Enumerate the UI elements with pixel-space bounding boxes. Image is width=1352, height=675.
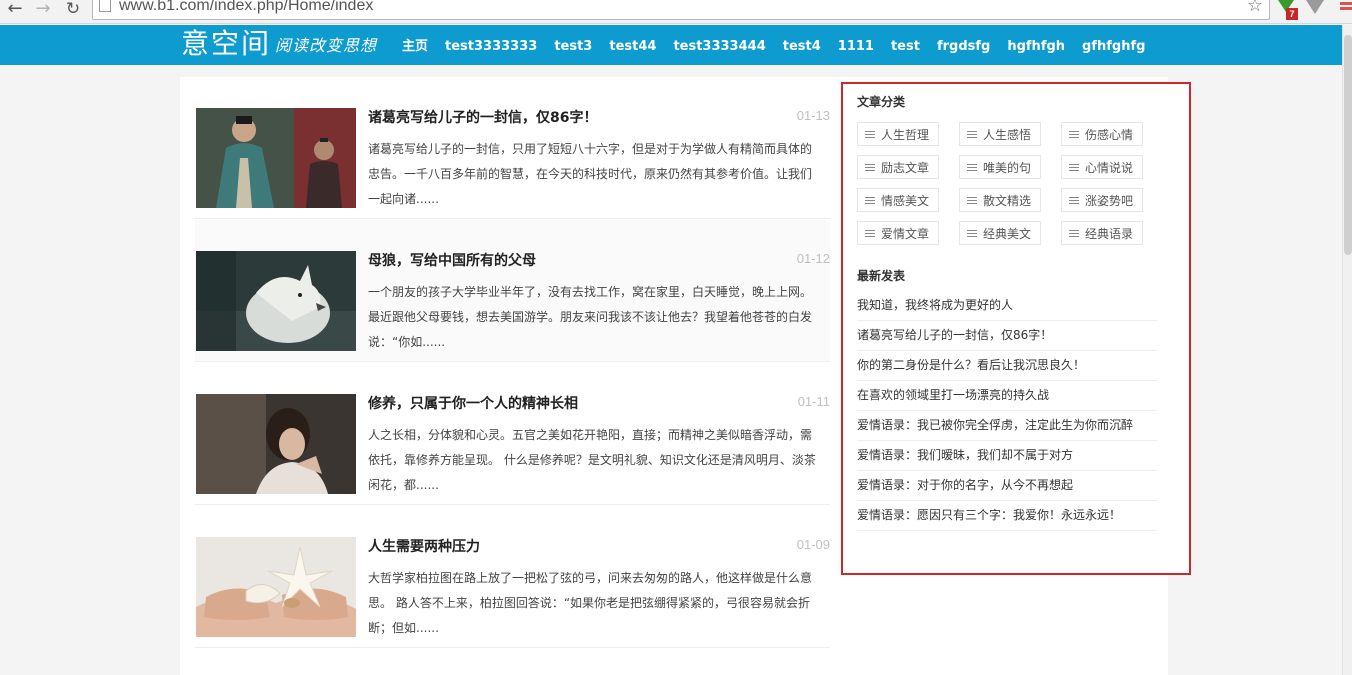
- article-thumbnail[interactable]: [196, 108, 356, 208]
- category-tag[interactable]: 经典语录: [1061, 221, 1143, 245]
- category-tag[interactable]: 唯美的句: [959, 155, 1041, 179]
- nav-item-home[interactable]: 主页: [402, 25, 428, 65]
- category-tag[interactable]: 人生哲理: [857, 122, 939, 146]
- nav-item[interactable]: 1111: [838, 25, 874, 65]
- list-icon: [865, 163, 875, 172]
- nav-item[interactable]: test3333444: [673, 25, 765, 65]
- nav-item[interactable]: test44: [609, 25, 656, 65]
- nav-item[interactable]: test: [891, 25, 920, 65]
- article-excerpt: 一个朋友的孩子大学毕业半年了，没有去找工作，窝在家里，白天睡觉，晚上上网。最近跟…: [368, 285, 813, 349]
- forward-arrow-icon[interactable]: →: [32, 0, 54, 20]
- main-nav: 主页 test3333333 test3 test44 test3333444 …: [402, 25, 1145, 65]
- list-icon: [1069, 229, 1079, 238]
- page-scrollbar[interactable]: [1342, 25, 1352, 675]
- article-item[interactable]: 母狼，写给中国所有的父母 01-12 一个朋友的孩子大学毕业半年了，没有去找工作…: [195, 220, 830, 362]
- article-excerpt: 大哲学家柏拉图在路上放了一把松了弦的弓，问来去匆匆的路人，他这样做是什么意思。 …: [368, 571, 813, 635]
- article-item[interactable]: 诸葛亮写给儿子的一封信，仅86字！ 01-13 诸葛亮写给儿子的一封信，只用了短…: [195, 77, 830, 219]
- latest-list: 我知道，我终将成为更好的人 诸葛亮写给儿子的一封信，仅86字！ 你的第二身份是什…: [857, 291, 1157, 531]
- article-date: 01-11: [797, 394, 830, 409]
- list-icon: [865, 229, 875, 238]
- category-tag[interactable]: 涨姿势吧: [1061, 188, 1143, 212]
- article-title[interactable]: 诸葛亮写给儿子的一封信，仅86字！: [368, 108, 597, 128]
- latest-item[interactable]: 爱情语录：愿因只有三个字：我爱你！永远永远！: [857, 501, 1157, 531]
- categories-heading: 文章分类: [857, 95, 906, 109]
- latest-item[interactable]: 爱情语录：对于你的名字，从今不再想起: [857, 471, 1157, 501]
- list-icon: [967, 196, 977, 205]
- list-icon: [865, 196, 875, 205]
- nav-item[interactable]: hgfhfgh: [1007, 25, 1065, 65]
- article-date: 01-13: [796, 108, 830, 123]
- category-tag[interactable]: 情感美文: [857, 188, 939, 212]
- article-thumbnail[interactable]: [196, 394, 356, 494]
- latest-heading: 最新发表: [857, 269, 906, 283]
- article-item[interactable]: 人生需要两种压力 01-09 大哲学家柏拉图在路上放了一把松了弦的弓，问来去匆匆…: [195, 506, 830, 648]
- latest-item[interactable]: 我知道，我终将成为更好的人: [857, 291, 1157, 321]
- latest-item[interactable]: 爱情语录：我已被你完全俘虏，注定此生为你而沉醉: [857, 411, 1157, 441]
- site-logo[interactable]: 意空间: [181, 25, 271, 63]
- site-header: 意空间 阅读改变思想 主页 test3333333 test3 test44 t…: [0, 25, 1352, 65]
- address-bar[interactable]: www.b1.com/index.php/Home/index ☆: [92, 0, 1270, 20]
- latest-item[interactable]: 诸葛亮写给儿子的一封信，仅86字！: [857, 321, 1157, 351]
- list-icon: [967, 163, 977, 172]
- nav-item[interactable]: test3: [554, 25, 592, 65]
- nav-item[interactable]: test3333333: [445, 25, 537, 65]
- download-arrow-icon[interactable]: [1306, 0, 1324, 14]
- category-tag[interactable]: 散文精选: [959, 188, 1041, 212]
- reload-icon[interactable]: ↻: [62, 0, 84, 20]
- latest-item[interactable]: 在喜欢的领域里打一场漂亮的持久战: [857, 381, 1157, 411]
- category-tag[interactable]: 伤感心情: [1061, 122, 1143, 146]
- nav-item[interactable]: test4: [783, 25, 821, 65]
- article-thumbnail[interactable]: [196, 251, 356, 351]
- extension-badge: 7: [1286, 8, 1298, 20]
- page-icon: [99, 0, 111, 12]
- nav-item[interactable]: frgdsfg: [937, 25, 990, 65]
- list-icon: [1069, 163, 1079, 172]
- article-title[interactable]: 人生需要两种压力: [368, 537, 480, 557]
- browser-menu-icon[interactable]: [1340, 2, 1352, 12]
- list-icon: [1069, 196, 1079, 205]
- list-icon: [967, 229, 977, 238]
- browser-toolbar: ← → ↻ www.b1.com/index.php/Home/index ☆ …: [0, 0, 1352, 24]
- bookmark-star-icon[interactable]: ☆: [1247, 0, 1263, 16]
- article-date: 01-12: [796, 251, 830, 266]
- site-slogan: 阅读改变思想: [275, 36, 378, 55]
- article-item[interactable]: 修养，只属于你一个人的精神长相 01-11 人之长相，分体貌和心灵。五官之美如花…: [195, 363, 830, 505]
- category-tag[interactable]: 人生感悟: [959, 122, 1041, 146]
- list-icon: [967, 130, 977, 139]
- back-arrow-icon[interactable]: ←: [4, 0, 26, 20]
- article-title[interactable]: 修养，只属于你一个人的精神长相: [368, 394, 578, 414]
- article-excerpt: 诸葛亮写给儿子的一封信，只用了短短八十六字，但是对于为学做人有精简而具体的忠告。…: [368, 142, 813, 206]
- category-tag[interactable]: 爱情文章: [857, 221, 939, 245]
- scrollbar-thumb[interactable]: [1344, 35, 1352, 255]
- latest-item[interactable]: 你的第二身份是什么？看后让我沉思良久！: [857, 351, 1157, 381]
- article-thumbnail[interactable]: [196, 537, 356, 637]
- article-excerpt: 人之长相，分体貌和心灵。五官之美如花开艳阳，直接；而精神之美似暗香浮动，需依托，…: [368, 428, 816, 492]
- category-tag[interactable]: 心情说说: [1061, 155, 1143, 179]
- list-icon: [865, 130, 875, 139]
- article-title[interactable]: 母狼，写给中国所有的父母: [368, 251, 536, 271]
- latest-item[interactable]: 爱情语录：我们暧昧，我们却不属于对方: [857, 441, 1157, 471]
- nav-item[interactable]: gfhfghfg: [1082, 25, 1145, 65]
- list-icon: [1069, 130, 1079, 139]
- sidebar-highlight: 文章分类 人生哲理 人生感悟 伤感心情 励志文章 唯美的句 心情说说 情感美文 …: [841, 82, 1191, 575]
- category-tag[interactable]: 励志文章: [857, 155, 939, 179]
- address-url[interactable]: www.b1.com/index.php/Home/index: [119, 0, 373, 16]
- download-extension-icon[interactable]: 7: [1276, 0, 1298, 22]
- article-date: 01-09: [796, 537, 830, 552]
- category-tag[interactable]: 经典美文: [959, 221, 1041, 245]
- category-grid: 人生哲理 人生感悟 伤感心情 励志文章 唯美的句 心情说说 情感美文 散文精选 …: [857, 122, 1157, 245]
